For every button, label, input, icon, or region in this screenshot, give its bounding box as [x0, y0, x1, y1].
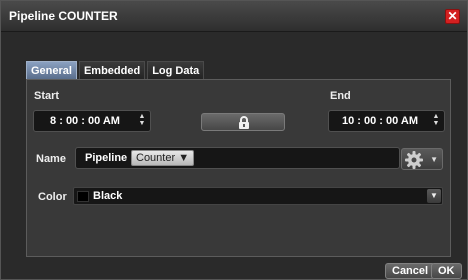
- color-label: Color: [38, 191, 67, 203]
- chevron-down-icon: ▼: [430, 155, 438, 164]
- tab-general[interactable]: General: [26, 61, 77, 79]
- ok-button[interactable]: OK: [431, 263, 462, 279]
- color-swatch: [77, 191, 89, 202]
- end-time-field[interactable]: 10 : 00 : 00 AM ▲ ▼: [328, 110, 445, 132]
- counter-dropdown[interactable]: Counter ▼: [131, 150, 195, 166]
- spinner-icon[interactable]: ▲ ▼: [137, 113, 147, 129]
- tab-bar: General Embedded Log Data: [26, 61, 206, 79]
- pipeline-prefix: Pipeline: [85, 152, 128, 164]
- tab-embedded[interactable]: Embedded: [78, 61, 146, 79]
- cancel-button[interactable]: Cancel: [385, 263, 436, 279]
- close-icon[interactable]: ✕: [445, 9, 460, 24]
- tab-log-data[interactable]: Log Data: [147, 61, 205, 79]
- end-label: End: [330, 90, 351, 102]
- settings-button[interactable]: ▼: [401, 148, 443, 170]
- start-time-field[interactable]: 8 : 00 : 00 AM ▲ ▼: [33, 110, 151, 132]
- color-value: Black: [93, 190, 123, 202]
- chevron-down-icon[interactable]: ▼: [427, 189, 441, 203]
- pipeline-dialog: Pipeline COUNTER ✕ General Embedded Log …: [0, 0, 468, 280]
- name-label: Name: [36, 153, 66, 165]
- name-field[interactable]: Pipeline Counter ▼: [75, 147, 400, 169]
- start-time-value: 8 : 00 : 00 AM: [50, 115, 120, 127]
- gear-icon: [405, 151, 423, 169]
- lock-button[interactable]: [201, 113, 285, 131]
- color-dropdown[interactable]: Black ▼: [73, 187, 443, 205]
- lock-icon: [239, 116, 249, 129]
- end-time-value: 10 : 00 : 00 AM: [341, 115, 418, 127]
- spinner-icon[interactable]: ▲ ▼: [431, 113, 441, 129]
- start-label: Start: [34, 90, 60, 102]
- dialog-title: Pipeline COUNTER: [9, 9, 118, 23]
- title-bar[interactable]: Pipeline COUNTER ✕: [1, 1, 467, 32]
